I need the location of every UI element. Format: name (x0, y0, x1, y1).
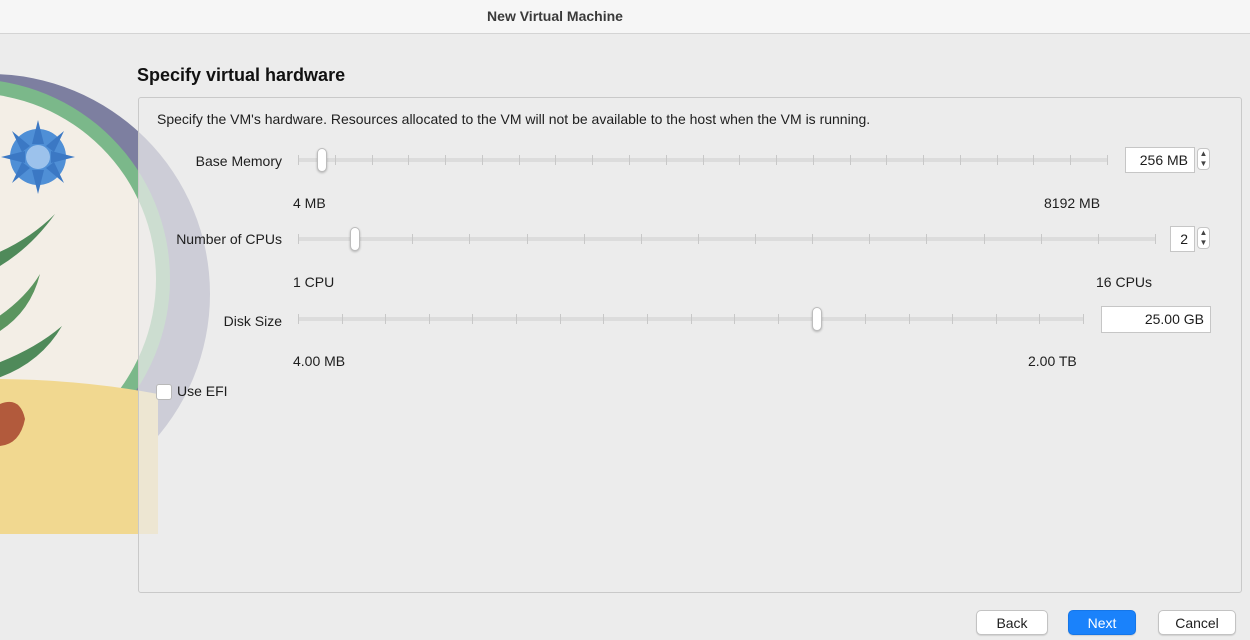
slider-tick (385, 314, 386, 324)
slider-knob[interactable] (317, 148, 328, 172)
window-title: New Virtual Machine (487, 8, 623, 24)
memory-max-label: 8192 MB (1044, 195, 1101, 211)
slider-tick (555, 155, 556, 165)
slider-tick (869, 234, 870, 244)
slider-tick (1083, 314, 1084, 324)
slider-tick (778, 314, 779, 324)
slider-tick (1155, 234, 1156, 244)
slider-tick (952, 314, 953, 324)
next-button[interactable]: Next (1068, 610, 1136, 635)
slider-tick (984, 234, 985, 244)
slider-tick (909, 314, 910, 324)
slider-tick (584, 234, 585, 244)
chevron-up-icon[interactable]: ▲ (1198, 149, 1209, 159)
section-title: Specify virtual hardware (137, 65, 346, 85)
slider-tick (755, 234, 756, 244)
slider-tick (519, 155, 520, 165)
slider-tick (469, 234, 470, 244)
cpus-stepper[interactable]: ▲ ▼ (1197, 227, 1210, 249)
chevron-up-icon[interactable]: ▲ (1198, 228, 1209, 238)
slider-tick (482, 155, 483, 165)
slider-tick (776, 155, 777, 165)
slider-tick (1033, 155, 1034, 165)
slider-tick (592, 155, 593, 165)
slider-tick (813, 155, 814, 165)
chevron-down-icon[interactable]: ▼ (1198, 159, 1209, 169)
use-efi-label: Use EFI (177, 383, 228, 399)
use-efi-checkbox[interactable] (156, 384, 172, 400)
slider-tick (1039, 314, 1040, 324)
slider-tick (1041, 234, 1042, 244)
slider-tick (560, 314, 561, 324)
slider-tick (335, 155, 336, 165)
slider-tick (629, 155, 630, 165)
base-memory-input[interactable]: 256 MB (1125, 147, 1195, 173)
slider-tick (647, 314, 648, 324)
slider-tick (408, 155, 409, 165)
slider-tick (298, 155, 299, 165)
back-button[interactable]: Back (976, 610, 1048, 635)
slider-tick (1070, 155, 1071, 165)
disk-size-label: Disk Size (223, 313, 282, 329)
slider-tick (960, 155, 961, 165)
slider-tick (641, 234, 642, 244)
slider-tick (997, 155, 998, 165)
disk-min-label: 4.00 MB (293, 353, 346, 369)
slider-tick (445, 155, 446, 165)
slider-tick (698, 234, 699, 244)
memory-min-label: 4 MB (293, 195, 326, 211)
slider-tick (516, 314, 517, 324)
slider-tick (691, 314, 692, 324)
disk-max-label: 2.00 TB (1028, 353, 1077, 369)
slider-tick (812, 234, 813, 244)
slider-tick (734, 314, 735, 324)
slider-tick (429, 314, 430, 324)
slider-track (298, 237, 1156, 241)
disk-size-input[interactable]: 25.00 GB (1101, 306, 1211, 333)
chevron-down-icon[interactable]: ▼ (1198, 238, 1209, 248)
description-text: Specify the VM's hardware. Resources all… (157, 111, 871, 127)
title-bar: New Virtual Machine (0, 0, 1250, 34)
cpus-max-label: 16 CPUs (1096, 274, 1153, 290)
slider-tick (703, 155, 704, 165)
slider-tick (298, 314, 299, 324)
slider-tick (923, 155, 924, 165)
slider-tick (926, 234, 927, 244)
slider-tick (1107, 155, 1108, 165)
slider-knob[interactable] (350, 227, 361, 251)
slider-tick (472, 314, 473, 324)
cpus-slider[interactable] (298, 227, 1156, 251)
slider-tick (412, 234, 413, 244)
slider-knob[interactable] (811, 307, 822, 331)
disk-size-slider[interactable] (298, 307, 1084, 331)
cancel-button[interactable]: Cancel (1158, 610, 1236, 635)
slider-tick (603, 314, 604, 324)
slider-tick (342, 314, 343, 324)
base-memory-label: Base Memory (195, 153, 282, 169)
slider-tick (372, 155, 373, 165)
base-memory-stepper[interactable]: ▲ ▼ (1197, 148, 1210, 170)
slider-tick (850, 155, 851, 165)
slider-tick (739, 155, 740, 165)
cpus-input[interactable]: 2 (1170, 226, 1195, 252)
cpus-min-label: 1 CPU (293, 274, 335, 290)
slider-tick (865, 314, 866, 324)
slider-tick (298, 234, 299, 244)
base-memory-slider[interactable] (298, 148, 1108, 172)
slider-tick (527, 234, 528, 244)
cpus-label: Number of CPUs (176, 231, 282, 247)
slider-tick (1098, 234, 1099, 244)
slider-tick (996, 314, 997, 324)
slider-tick (886, 155, 887, 165)
slider-tick (666, 155, 667, 165)
hardware-panel (138, 97, 1242, 593)
